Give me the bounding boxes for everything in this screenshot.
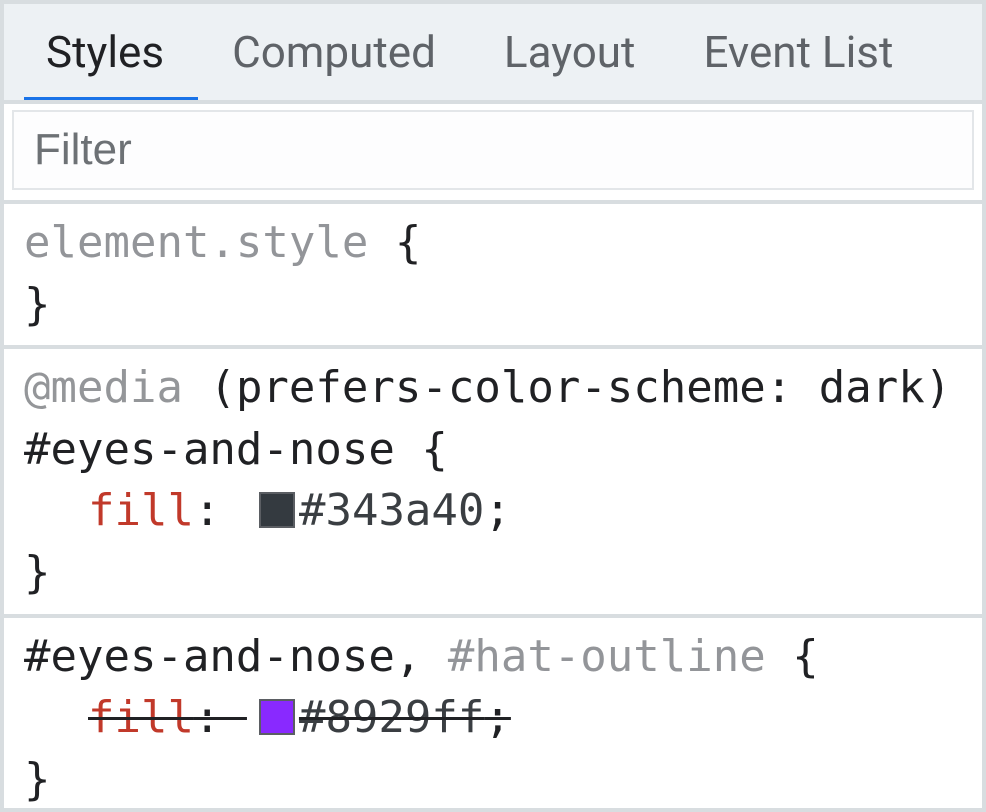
filter-row xyxy=(4,104,982,204)
declaration-overridden[interactable]: fill: #8929ff; xyxy=(24,687,962,749)
media-condition: (prefers-color-scheme: dark) xyxy=(209,362,951,413)
media-keyword: @media xyxy=(24,362,183,413)
tab-styles[interactable]: Styles xyxy=(24,4,198,100)
rule-header: #eyes-and-nose { xyxy=(24,419,962,481)
property-value[interactable]: #343a40 xyxy=(299,485,484,536)
styles-panel: Styles Computed Layout Event List elemen… xyxy=(0,0,986,812)
close-brace: } xyxy=(24,749,962,811)
tab-bar: Styles Computed Layout Event List xyxy=(4,4,982,104)
filter-input[interactable] xyxy=(12,110,974,190)
tab-computed[interactable]: Computed xyxy=(198,4,470,100)
open-brace: { xyxy=(421,424,448,475)
property-name[interactable]: fill xyxy=(88,692,194,743)
close-brace: } xyxy=(24,274,962,336)
tab-event-listeners[interactable]: Event List xyxy=(669,4,927,100)
color-swatch-icon[interactable] xyxy=(259,699,295,735)
rule-media-eyes-and-nose[interactable]: @media (prefers-color-scheme: dark) #eye… xyxy=(4,349,982,617)
rule-header: element.style { xyxy=(24,212,962,274)
selector-part[interactable]: #eyes-and-nose xyxy=(24,631,395,682)
rule-eyes-and-nose-hat-outline[interactable]: #eyes-and-nose, #hat-outline { fill: #89… xyxy=(4,618,982,812)
media-query: @media (prefers-color-scheme: dark) xyxy=(24,357,962,419)
rule-header: #eyes-and-nose, #hat-outline { xyxy=(24,626,962,688)
tab-layout[interactable]: Layout xyxy=(470,4,670,100)
rule-element-style[interactable]: element.style { } xyxy=(4,204,982,349)
close-brace: } xyxy=(24,542,962,604)
property-name[interactable]: fill xyxy=(88,485,194,536)
open-brace: { xyxy=(792,631,819,682)
open-brace: { xyxy=(395,217,422,268)
selector[interactable]: element.style xyxy=(24,217,368,268)
property-value[interactable]: #8929ff xyxy=(299,692,484,743)
declaration[interactable]: fill: #343a40; xyxy=(24,480,962,542)
color-swatch-icon[interactable] xyxy=(259,492,295,528)
selector[interactable]: #eyes-and-nose xyxy=(24,424,395,475)
selector-part-muted[interactable]: #hat-outline xyxy=(448,631,766,682)
